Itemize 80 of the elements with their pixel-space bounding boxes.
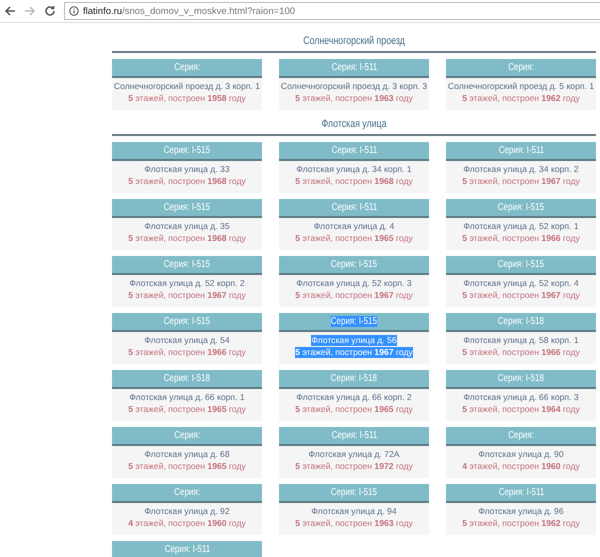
house-address: Флотская улица д. 56 — [311, 335, 397, 346]
series-header: Серия: I-515 — [279, 484, 429, 503]
house-address: Флотская улица д. 66 корп. 3 — [463, 392, 579, 403]
house-address: Флотская улица д. 72А — [308, 449, 400, 460]
house-info: 5 этажей, построен 1967 году — [295, 290, 413, 301]
series-header: Серия: I-511 — [112, 541, 262, 557]
info-icon — [69, 6, 79, 16]
house-info: 5 этажей, построен 1962 году — [462, 93, 580, 104]
series-header: Серия: I-515 — [279, 256, 429, 275]
back-arrow-icon[interactable] — [4, 5, 16, 17]
series-header: Серия: I-511 — [446, 484, 596, 503]
house-address: Флотская улица д. 94 — [311, 506, 397, 517]
house-info: 5 этажей, построен 1965 году — [128, 461, 246, 472]
house-info: 5 этажей, построен 1968 году — [128, 176, 246, 187]
house-address: Флотская улица д. 66 корп. 2 — [296, 392, 412, 403]
series-header: Серия: — [446, 427, 596, 446]
house-info: 5 этажей, построен 1966 году — [128, 347, 246, 358]
house-address: Флотская улица д. 33 — [144, 164, 230, 175]
house-info: 5 этажей, построен 1966 году — [462, 347, 580, 358]
series-header: Серия: — [112, 59, 262, 78]
series-header: Серия: I-511 — [279, 427, 429, 446]
series-header: Серия: I-511 — [446, 142, 596, 161]
house-address: Флотская улица д. 52 корп. 4 — [463, 278, 579, 289]
house-address: Флотская улица д. 52 корп. 3 — [296, 278, 412, 289]
series-header: Серия: I-515 — [446, 256, 596, 275]
series-header: Серия: I-511 — [279, 199, 429, 218]
series-header: Серия: I-518 — [446, 370, 596, 389]
reload-icon[interactable] — [44, 5, 56, 17]
series-header: Серия: — [446, 59, 596, 78]
street-heading: Солнечногорский проезд — [302, 34, 406, 48]
house-address: Флотская улица д. 92 — [144, 506, 230, 517]
series-header: Серия: — [112, 484, 262, 503]
house-info: 5 этажей, построен 1967 году — [462, 176, 580, 187]
series-header: Серия: — [112, 427, 262, 446]
house-address: Флотская улица д. 4 — [314, 221, 394, 232]
house-address: Солнечногорский проезд д. 5 корп. 1 — [448, 81, 594, 92]
house-info: 4 этажей, построен 1960 году — [462, 461, 580, 472]
house-address: Флотская улица д. 68 — [144, 449, 230, 460]
series-header: Серия: I-515 — [112, 142, 262, 161]
house-address: Флотская улица д. 34 корп. 2 — [463, 164, 579, 175]
house-info: 5 этажей, построен 1963 году — [295, 518, 413, 529]
house-info: 5 этажей, построен 1967 году — [295, 347, 413, 358]
series-header: Серия: I-518 — [112, 370, 262, 389]
house-address: Флотская улица д. 52 корп. 1 — [463, 221, 579, 232]
house-address: Флотская улица д. 52 корп. 2 — [129, 278, 245, 289]
url-text: flatinfo.ru/snos_domov_v_moskve.html?raion=100 — [83, 6, 296, 16]
house-info: 5 этажей, построен 1972 году — [295, 461, 413, 472]
house-info: 5 этажей, построен 1968 году — [295, 176, 413, 187]
house-info: 5 этажей, построен 1967 году — [128, 290, 246, 301]
house-info: 5 этажей, построен 1963 году — [295, 93, 413, 104]
series-header: Серия: I-518 — [446, 313, 596, 332]
house-address: Флотская улица д. 66 корп. 1 — [129, 392, 245, 403]
house-info: 5 этажей, построен 1958 году — [128, 93, 246, 104]
series-header: Серия: I-511 — [279, 59, 429, 78]
house-info: 5 этажей, построен 1965 году — [295, 233, 413, 244]
address-bar[interactable]: flatinfo.ru/snos_domov_v_moskve.html?raion=100 — [64, 2, 600, 20]
series-header: Серия: I-515 — [112, 313, 262, 332]
house-info: 5 этажей, построен 1965 году — [295, 404, 413, 415]
series-header: Серия: I-515 — [112, 199, 262, 218]
series-header: Серия: I-511 — [279, 142, 429, 161]
street-heading: Флотская улица — [320, 117, 388, 131]
house-info: 5 этажей, построен 1962 году — [462, 518, 580, 529]
series-header: Серия: I-515 — [279, 313, 429, 332]
house-info: 5 этажей, построен 1965 году — [128, 404, 246, 415]
house-info: 4 этажей, построен 1960 году — [128, 518, 246, 529]
series-header: Серия: I-515 — [112, 256, 262, 275]
series-header: Серия: I-515 — [446, 199, 596, 218]
house-info: 5 этажей, построен 1966 году — [462, 233, 580, 244]
house-address: Флотская улица д. 58 корп. 1 — [463, 335, 579, 346]
house-address: Солнечногорский проезд д. 3 корп. 1 — [114, 81, 260, 92]
house-address: Флотская улица д. 35 — [144, 221, 230, 232]
house-address: Флотская улица д. 54 — [144, 335, 230, 346]
house-info: 5 этажей, построен 1964 году — [462, 404, 580, 415]
house-address: Флотская улица д. 96 — [478, 506, 564, 517]
series-header: Серия: I-518 — [279, 370, 429, 389]
house-address: Флотская улица д. 34 корп. 1 — [296, 164, 412, 175]
house-address: Флотская улица д. 90 — [478, 449, 564, 460]
house-info: 5 этажей, построен 1967 году — [462, 290, 580, 301]
house-info: 5 этажей, построен 1968 году — [128, 233, 246, 244]
house-address: Солнечногорский проезд д. 3 корп. 3 — [280, 81, 428, 92]
